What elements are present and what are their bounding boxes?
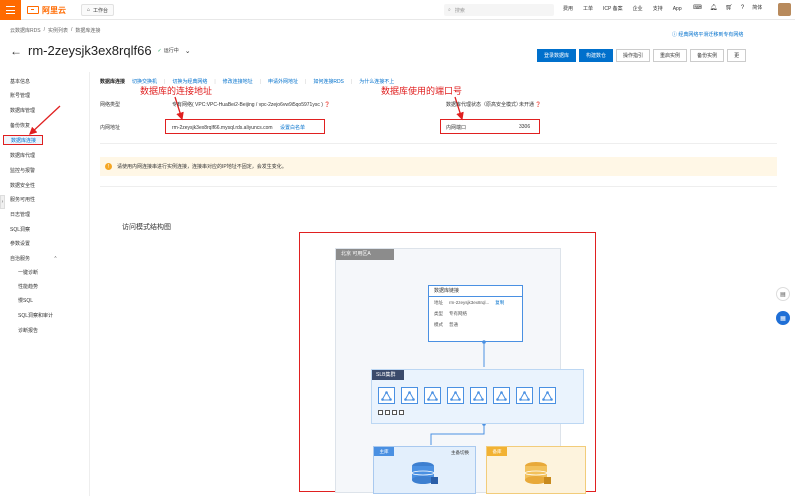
network-type-text: 专有网络( VPC:VPC-HuaBei2-Beijing / vpc-2zej… — [172, 102, 323, 108]
slb-squares — [378, 410, 404, 415]
slb-node-icon — [539, 387, 556, 404]
database-icon — [411, 462, 438, 484]
divider — [100, 143, 777, 144]
help-icon[interactable]: ❓ — [535, 102, 541, 108]
slb-cluster: SLB集群 — [371, 369, 584, 424]
proxy-status-label: 数据库代理状态（原高安全模式） — [446, 102, 522, 108]
proxy-status-value: 未开通 ❓ — [519, 101, 542, 108]
intranet-port-label: 内网端口 — [446, 125, 467, 131]
zone-area: 北京 可用区A 数据库链接 地址 rm-2zeysjk3ex8rql... 复制… — [335, 248, 586, 494]
network-type-value: 专有网络( VPC:VPC-HuaBei2-Beijing / vpc-2zej… — [172, 101, 331, 108]
slb-node-icon — [493, 387, 510, 404]
connector-line — [430, 424, 485, 445]
primary-label: 主库 — [374, 447, 394, 456]
slb-node-icon — [516, 387, 533, 404]
apply-public-link[interactable]: 申请外网地址 — [268, 78, 298, 85]
annotation-port: 数据库使用的端口号 — [381, 86, 463, 96]
standby-label: 备库 — [487, 447, 507, 456]
network-type-label: 网络类型 — [100, 102, 121, 108]
slb-nodes — [378, 387, 556, 404]
switch-label: 主备切换 — [451, 450, 469, 455]
grid-apps-icon[interactable]: ▦ — [776, 311, 790, 325]
intranet-address-value: rm-2zeysjk3ex8rqlf66.mysql.rds.aliyuncs.… — [172, 124, 305, 131]
annotation-address: 数据库的连接地址 — [140, 86, 213, 96]
whitelist-link[interactable]: 设置白名单 — [280, 125, 305, 131]
how-to-connect-link[interactable]: 如何连接RDS — [313, 78, 344, 85]
architecture-diagram: 北京 可用区A 数据库链接 地址 rm-2zeysjk3ex8rql... 复制… — [299, 232, 596, 494]
proxy-status-text: 未开通 — [519, 102, 535, 108]
warning-icon: ! — [105, 163, 112, 170]
slb-node-icon — [378, 387, 395, 404]
modify-address-link[interactable]: 修改连接地址 — [223, 78, 253, 85]
slb-node-icon — [401, 387, 418, 404]
connector-dot — [482, 340, 486, 344]
feedback-icon[interactable]: ▤ — [776, 287, 790, 301]
slb-label: SLB集群 — [372, 370, 404, 380]
help-icon[interactable]: ❓ — [324, 102, 330, 108]
warning-hint: ! 请使用内网连接串进行实例连接，连接串对应的IP地址不固定，会发生变化。 — [100, 157, 777, 176]
standby-db: 备库 — [486, 446, 586, 494]
intranet-address-text: rm-2zeysjk3ex8rqlf66.mysql.rds.aliyuncs.… — [172, 125, 273, 131]
tab-title: 数据库连接 — [100, 79, 126, 85]
arrow-to-sidebar — [29, 105, 61, 135]
intranet-port-value: 3306 — [519, 124, 531, 130]
slb-node-icon — [470, 387, 487, 404]
slb-node-icon — [424, 387, 441, 404]
warning-text: 请使用内网连接串进行实例连接，连接串对应的IP地址不固定，会发生变化。 — [117, 164, 287, 170]
intranet-address-label: 内网地址 — [100, 125, 121, 131]
diagram-title: 访问模式结构图 — [122, 224, 171, 231]
slb-node-icon — [447, 387, 464, 404]
database-icon — [524, 462, 551, 484]
divider — [100, 186, 777, 187]
